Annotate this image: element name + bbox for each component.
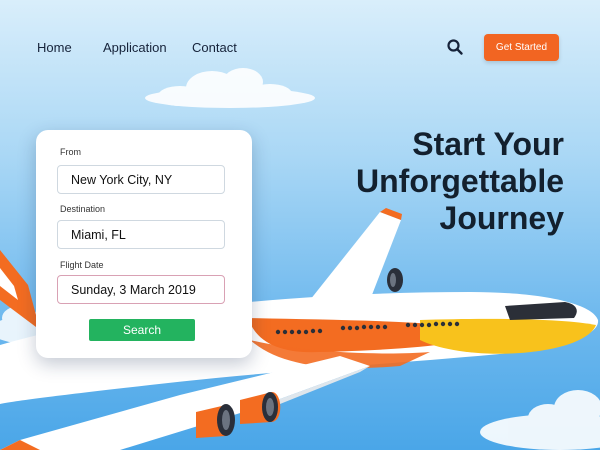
destination-field[interactable]: Miami, FL [57, 220, 225, 249]
destination-label: Destination [60, 204, 106, 214]
flight-search-card: From New York City, NY Destination Miami… [36, 130, 252, 358]
flight-date-field[interactable]: Sunday, 3 March 2019 [57, 275, 225, 304]
nav-link-application[interactable]: Application [103, 40, 167, 55]
hero-title-line-3: Journey [439, 200, 564, 236]
top-navigation: Home Application Contact Get Started [0, 32, 600, 62]
nav-link-home[interactable]: Home [37, 40, 72, 55]
search-button[interactable]: Search [89, 319, 195, 341]
flight-date-label: Flight Date [60, 260, 104, 270]
from-field[interactable]: New York City, NY [57, 165, 225, 194]
nav-link-contact[interactable]: Contact [192, 40, 237, 55]
search-icon[interactable] [446, 38, 464, 56]
get-started-button[interactable]: Get Started [484, 34, 559, 61]
from-label: From [60, 147, 81, 157]
hero-title: Start Your Unforgettable Journey [264, 126, 564, 237]
hero-title-line-2: Unforgettable [356, 163, 564, 199]
hero-title-line-1: Start Your [412, 126, 564, 162]
cloud-bottom-right [480, 390, 600, 450]
cloud-top [145, 68, 315, 108]
